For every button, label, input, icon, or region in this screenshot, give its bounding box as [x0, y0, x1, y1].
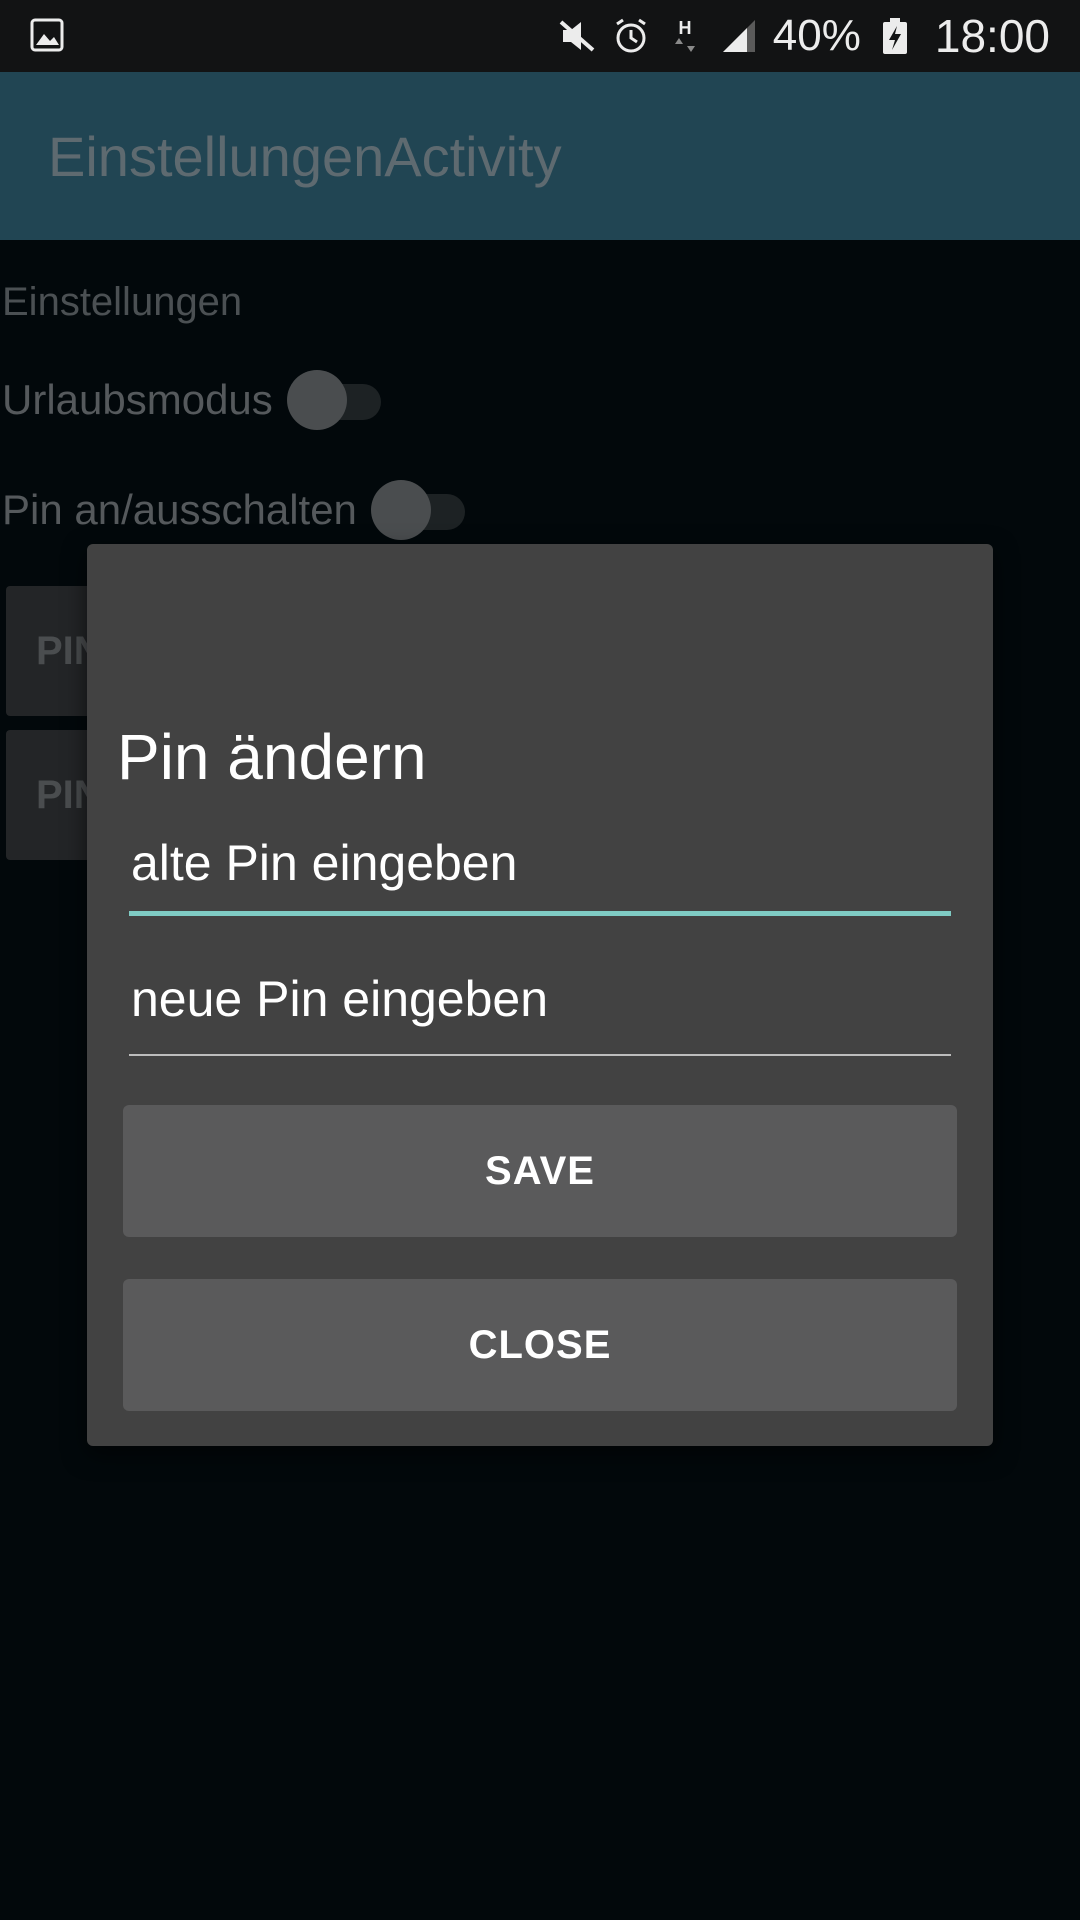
pin-toggle-row: Pin an/ausschalten — [0, 475, 467, 545]
new-pin-underline — [129, 1054, 951, 1056]
old-pin-placeholder: alte Pin eingeben — [131, 835, 518, 891]
alarm-icon — [611, 16, 651, 56]
close-button[interactable]: CLOSE — [123, 1279, 957, 1411]
pin-toggle-label: Pin an/ausschalten — [2, 486, 357, 533]
network-type-icon: H — [665, 16, 705, 56]
settings-heading: Einstellungen — [2, 280, 243, 324]
change-pin-dialog: Pin ändern alte Pin eingeben neue Pin ei… — [87, 544, 993, 1446]
app-bar-title: EinstellungenActivity — [48, 125, 562, 188]
switch-thumb — [286, 370, 347, 430]
save-button[interactable]: SAVE — [123, 1105, 957, 1237]
mute-icon — [557, 16, 597, 56]
app-bar: EinstellungenActivity — [0, 72, 1080, 240]
battery-percent: 40% — [772, 11, 861, 60]
clock: 18:00 — [934, 10, 1050, 62]
status-bar: H 40% 18:00 — [0, 0, 1080, 72]
pin-toggle-switch[interactable] — [370, 480, 467, 540]
signal-icon — [719, 16, 759, 56]
vacation-mode-row: Urlaubsmodus — [0, 365, 383, 435]
battery-charging-icon — [875, 16, 915, 56]
new-pin-field[interactable]: neue Pin eingeben — [129, 970, 951, 1056]
gallery-notification-icon — [30, 18, 64, 52]
vacation-mode-switch[interactable] — [286, 370, 383, 430]
dialog-title: Pin ändern — [117, 721, 427, 793]
old-pin-underline-focused — [129, 911, 951, 916]
old-pin-field[interactable]: alte Pin eingeben — [129, 834, 951, 916]
svg-text:H: H — [678, 18, 691, 38]
vacation-mode-label: Urlaubsmodus — [2, 376, 273, 423]
new-pin-placeholder: neue Pin eingeben — [131, 971, 549, 1027]
switch-thumb — [370, 480, 431, 540]
